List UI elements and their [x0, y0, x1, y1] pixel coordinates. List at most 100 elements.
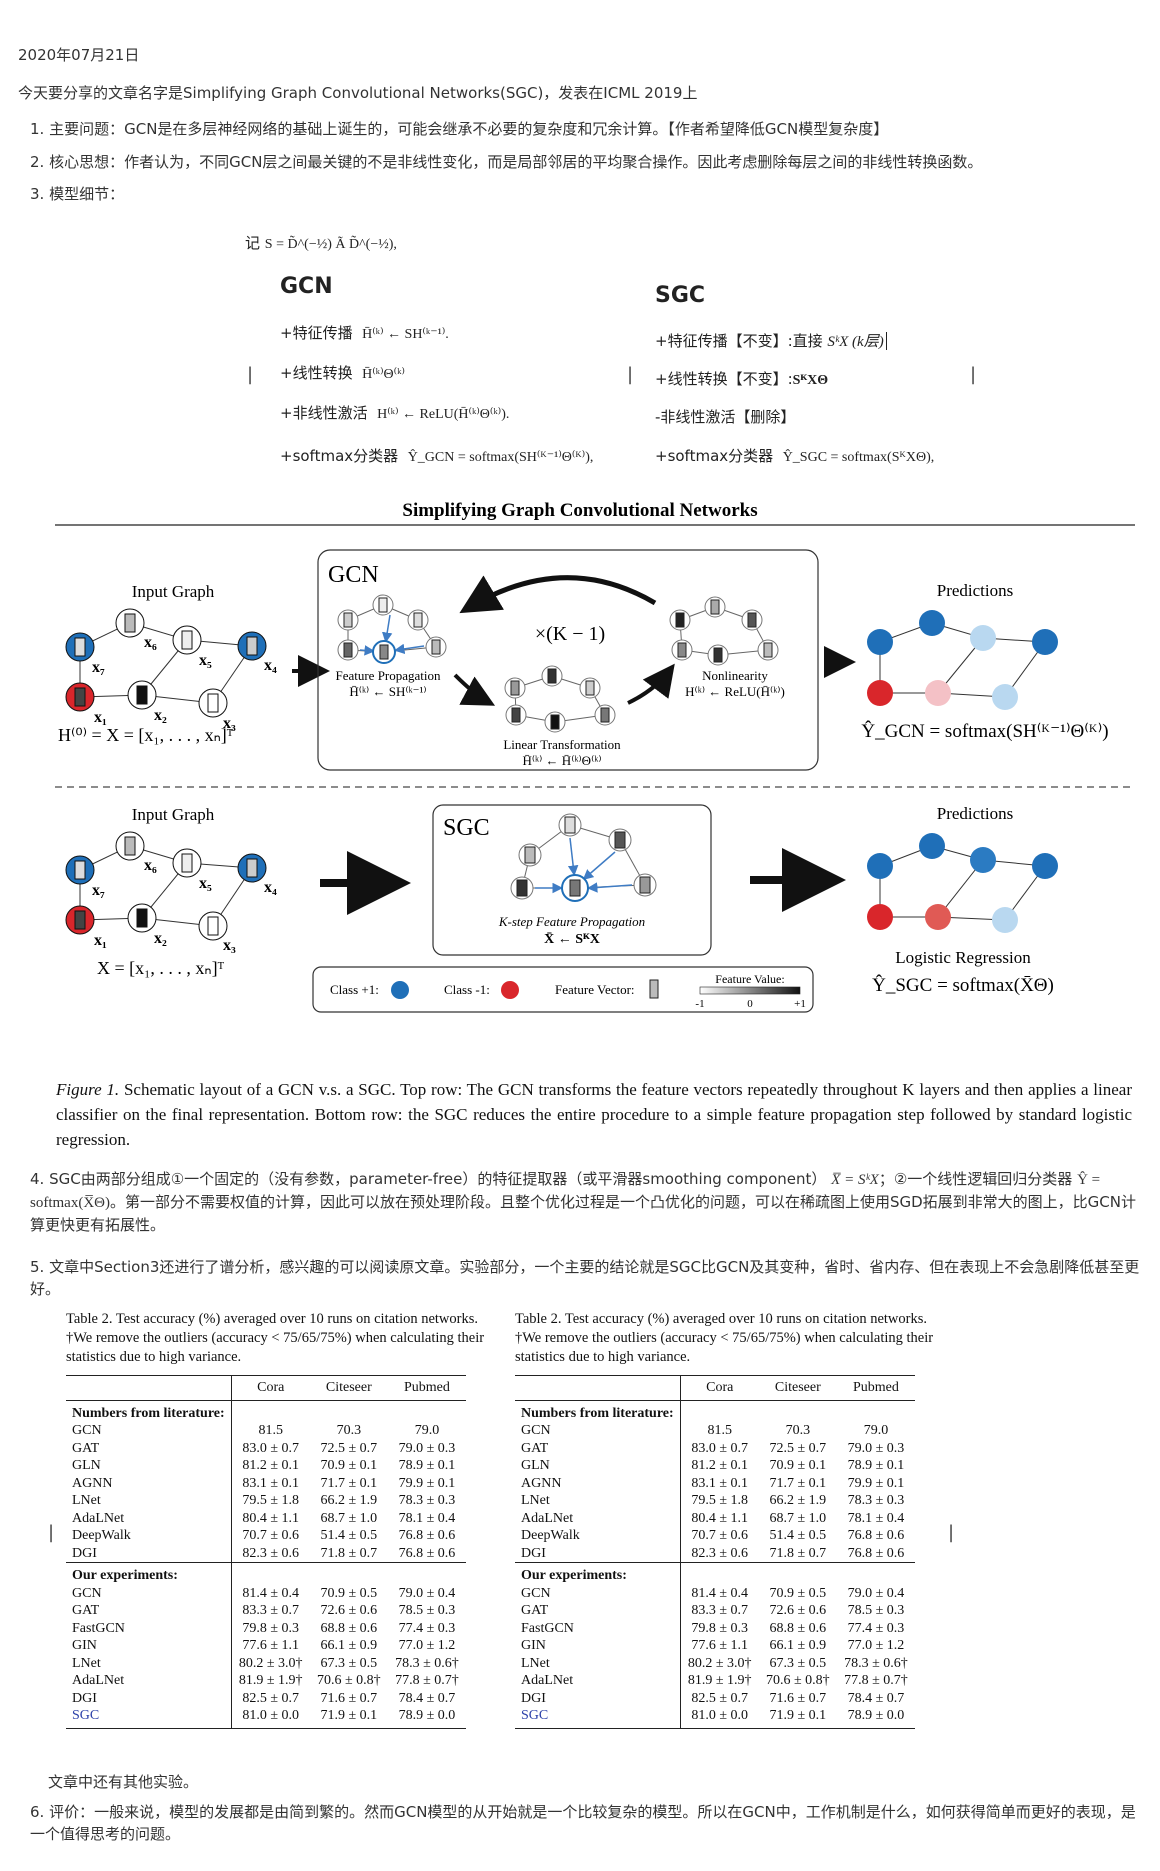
accuracy-cell: 77.4 ± 0.3 [398, 1620, 456, 1636]
accuracy-cell: 76.8 ± 0.6 [847, 1545, 905, 1561]
legend-class-pos: Class +1: [330, 982, 379, 997]
table-pipe: | [948, 1522, 955, 1543]
bottom-prediction-graph [867, 833, 1058, 933]
accuracy-cell: 70.3 [785, 1423, 811, 1438]
accuracy-cell: 80.2 ± 3.0† [230, 1654, 310, 1672]
lt-label: Linear Transformation [503, 737, 621, 752]
method-name: GCN [72, 1585, 102, 1601]
accuracy-cell: 66.1 ± 0.9 [320, 1638, 378, 1653]
bottom-input-edges [79, 845, 253, 927]
accuracy-cell: 78.3 ± 0.6† [844, 1655, 908, 1671]
row-label: +softmax分类器 [655, 447, 774, 465]
accuracy-cell: 79.0 [414, 1423, 440, 1438]
list-number: 5. [30, 1258, 45, 1276]
accuracy-cell: 71.6 ± 0.7 [769, 1690, 827, 1706]
list-number: 4. [30, 1170, 45, 1188]
accuracy-cell: 81.5 [679, 1422, 759, 1440]
logistic-regression-label: Logistic Regression [895, 948, 1031, 967]
fp-formula: H̄⁽ᵏ⁾ ← SH⁽ᵏ⁻¹⁾ [349, 684, 426, 699]
table-row: DeepWalk 70.7 ± 0.6 51.4 ± 0.5 76.8 ± 0.6 [66, 1527, 466, 1545]
gcn-box-label: GCN [328, 562, 379, 588]
table-row: GCN 81.5 70.3 79.0 [66, 1422, 466, 1440]
section-label: Our experiments: [515, 1562, 681, 1585]
repeat-label: ×(K − 1) [535, 623, 605, 645]
accuracy-cell: 81.2 ± 0.1 [230, 1457, 310, 1475]
table-row: AGNN 83.1 ± 0.1 71.7 ± 0.1 79.9 ± 0.1 [515, 1474, 915, 1492]
notation-label: 记 [245, 234, 261, 252]
accuracy-cell: 79.9 ± 0.1 [398, 1475, 456, 1491]
accuracy-cell: 70.3 [336, 1423, 362, 1438]
accuracy-cell: 79.9 ± 0.1 [847, 1475, 905, 1491]
accuracy-cell: 78.5 ± 0.3 [398, 1603, 456, 1618]
table-header-row: Cora Citeseer Pubmed [66, 1375, 466, 1401]
method-name: FastGCN [521, 1620, 574, 1636]
top-h0-formula: H⁽⁰⁾ = X = [x₁, . . . , xₙ]ᵀ [58, 725, 234, 745]
accuracy-cell: 82.5 ± 0.7 [679, 1689, 759, 1707]
sgc-figure: Simplifying Graph Convolutional Networks… [55, 500, 1135, 1013]
row-formula: H⁽ᵏ⁾ ← ReLU(H̄⁽ᵏ⁾Θ⁽ᵏ⁾). [377, 407, 510, 422]
node-label: x₃ [223, 937, 236, 954]
accuracy-cell: 70.9 ± 0.1 [769, 1458, 827, 1473]
row-label: +softmax分类器 [280, 447, 399, 465]
row-formula: Ŷ_GCN = softmax(SH⁽ᴷ⁻¹⁾Θ⁽ᴷ⁾), [407, 450, 594, 465]
row-label: +线性转换 [280, 364, 353, 382]
accuracy-cell: 79.0 ± 0.3 [398, 1440, 456, 1456]
accuracy-cell: 80.4 ± 1.1 [679, 1509, 759, 1527]
results-table-left: Table 2. Test accuracy (%) averaged over… [66, 1310, 486, 1729]
list-item-3: 3. 模型细节： [30, 183, 1140, 205]
accuracy-cell: 70.9 ± 0.5 [320, 1585, 378, 1601]
node-label: x₅ [199, 652, 212, 669]
figure-caption: Figure 1. Schematic layout of a GCN v.s.… [56, 1077, 1132, 1152]
method-name: GAT [521, 1440, 549, 1456]
method-name: GAT [72, 1603, 100, 1618]
fp-to-lt-arrow [453, 673, 496, 706]
method-name: GLN [521, 1458, 550, 1473]
legend-class-neg-swatch [501, 981, 519, 999]
table-row: AGNN 83.1 ± 0.1 71.7 ± 0.1 79.9 ± 0.1 [66, 1474, 466, 1492]
list-item-1: 1. 主要问题：GCN是在多层神经网络的基础上诞生的，可能会继承不必要的复杂度和… [30, 118, 1140, 140]
accuracy-cell: 77.8 ± 0.7† [395, 1673, 459, 1688]
accuracy-cell: 78.9 ± 0.0 [836, 1707, 915, 1729]
column-header: Citeseer [309, 1375, 388, 1401]
accuracy-cell: 76.8 ± 0.6 [398, 1528, 456, 1543]
table-cell [310, 1400, 388, 1422]
accuracy-cell: 83.0 ± 0.7 [679, 1439, 759, 1457]
table-row: GIN 77.6 ± 1.1 66.1 ± 0.9 77.0 ± 1.2 [66, 1637, 466, 1655]
column-header: Pubmed [387, 1375, 466, 1401]
accuracy-cell: 66.1 ± 0.9 [769, 1638, 827, 1653]
row-formula: H̄⁽ᵏ⁾ ← SH⁽ᵏ⁻¹⁾. [362, 327, 449, 342]
table-row: GAT 83.3 ± 0.7 72.6 ± 0.6 78.5 ± 0.3 [66, 1602, 466, 1620]
method-name: AdaLNet [72, 1673, 125, 1688]
column-header: Cora [230, 1375, 310, 1401]
section-label: Our experiments: [66, 1562, 232, 1585]
accuracy-cell: 76.8 ± 0.6 [398, 1545, 456, 1561]
accuracy-cell: 71.6 ± 0.7 [320, 1690, 378, 1706]
accuracy-cell: 81.2 ± 0.1 [679, 1457, 759, 1475]
table-cell [759, 1400, 837, 1422]
accuracy-cell: 72.6 ± 0.6 [769, 1603, 827, 1618]
table-row: GCN 81.5 70.3 79.0 [515, 1422, 915, 1440]
table-row: SGC 81.0 ± 0.0 71.9 ± 0.1 78.9 ± 0.0 [66, 1707, 466, 1729]
table-section-row: Our experiments: [515, 1562, 915, 1585]
method-name: DGI [72, 1545, 97, 1561]
table-row: AdaLNet 81.9 ± 1.9† 70.6 ± 0.8† 77.8 ± 0.7† [515, 1672, 915, 1690]
legend-class-pos-swatch [391, 981, 409, 999]
accuracy-cell: 77.0 ± 1.2 [398, 1638, 456, 1653]
caption-body: Schematic layout of a GCN v.s. a SGC. To… [56, 1080, 1133, 1149]
accuracy-cell: 79.5 ± 1.8 [230, 1492, 310, 1510]
accuracy-cell: 51.4 ± 0.5 [769, 1528, 827, 1543]
accuracy-cell: 82.3 ± 0.6 [230, 1544, 310, 1563]
table-cell [230, 1400, 310, 1422]
accuracy-cell: 71.8 ± 0.7 [320, 1545, 378, 1561]
gcn-linear-graph [504, 665, 616, 733]
nl-label: Nonlinearity [702, 668, 768, 683]
method-name: LNet [72, 1655, 101, 1671]
accuracy-cell: 77.6 ± 1.1 [230, 1637, 310, 1655]
method-name: GIN [521, 1638, 546, 1653]
accuracy-cell: 79.0 [863, 1423, 889, 1438]
method-name: DGI [521, 1690, 546, 1706]
row-formula: Ŷ_SGC = softmax(SᴷXΘ), [782, 450, 935, 465]
accuracy-cell: 79.0 ± 0.4 [847, 1585, 905, 1601]
table-row: LNet 79.5 ± 1.8 66.2 ± 1.9 78.3 ± 0.3 [515, 1492, 915, 1510]
column-header [66, 1375, 232, 1401]
